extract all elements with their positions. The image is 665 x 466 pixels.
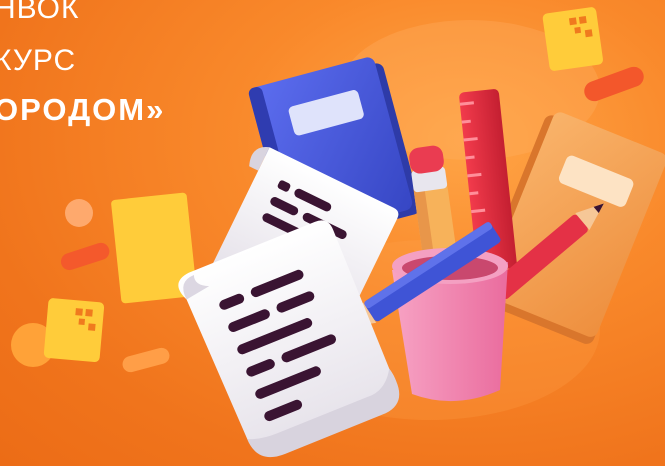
- promo-banner: НВОК КУРС ОРОДОМ»: [0, 0, 665, 466]
- sticky-note-icon: [542, 7, 603, 71]
- sticky-note-icon: [43, 298, 105, 362]
- stationery-illustration: [11, 7, 665, 457]
